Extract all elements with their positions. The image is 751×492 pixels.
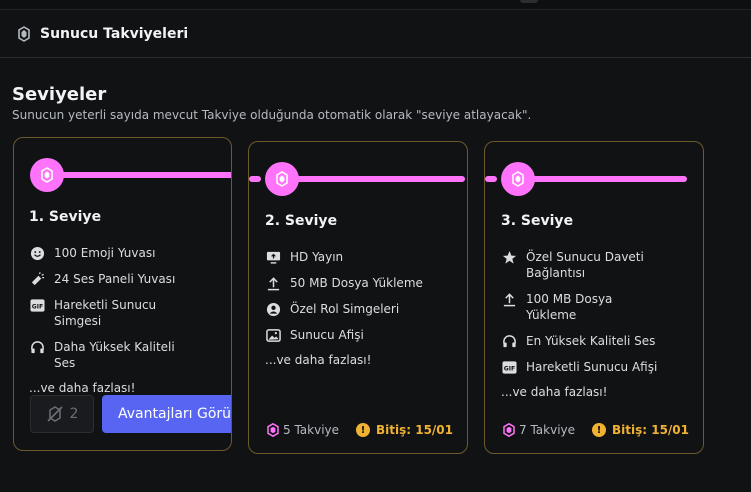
tier-gem-icon xyxy=(30,158,64,192)
boost-count-label: 5 Takviye xyxy=(283,423,340,437)
perk-label: Daha Yüksek Kaliteli Ses xyxy=(54,340,175,370)
page-title: Sunucu Takviyeleri xyxy=(40,26,189,42)
view-benefits-button[interactable]: Avantajları Görü xyxy=(102,395,231,433)
scroll-nub xyxy=(520,0,538,3)
perk-item: Daha Yüksek Kaliteli Ses xyxy=(29,339,194,371)
warning-icon: ! xyxy=(591,423,606,437)
locked-boost-button[interactable]: 2 xyxy=(30,395,94,433)
perk-label: Özel Sunucu Daveti Bağlantısı xyxy=(526,250,644,280)
tier-gem-icon xyxy=(265,162,299,196)
tier-card-3: 3. Seviye Özel Sunucu Daveti Bağlantısı … xyxy=(484,141,704,454)
perk-label: 24 Ses Paneli Yuvası xyxy=(54,272,176,286)
tier-progress-track-left xyxy=(249,176,261,182)
tier-progress-track-left xyxy=(485,176,497,182)
perk-label: Özel Rol Simgeleri xyxy=(290,302,400,316)
soundboard-icon xyxy=(29,271,45,287)
gif-icon: GIF xyxy=(29,297,45,313)
emoji-icon xyxy=(29,245,45,261)
perk-label: Hareketli Sunucu Afişi xyxy=(526,360,658,374)
perk-item: GIF Hareketli Sunucu Simgesi xyxy=(29,297,194,329)
section-title: Seviyeler xyxy=(12,84,107,105)
svg-text:GIF: GIF xyxy=(503,365,514,372)
perk-item: Özel Rol Simgeleri xyxy=(265,301,430,317)
perk-item: 100 MB Dosya Yükleme xyxy=(501,291,666,323)
locked-count: 2 xyxy=(69,406,79,422)
perk-label: En Yüksek Kaliteli Ses xyxy=(526,334,656,348)
expiry-label: Bitiş: 15/01 xyxy=(611,423,689,437)
perk-item: 100 Emoji Yuvası xyxy=(29,245,194,261)
tier-gem-icon xyxy=(501,162,535,196)
perk-item: Sunucu Afişi xyxy=(265,327,430,343)
tier-footer: 5 Takviye ! Bitiş: 15/01 xyxy=(267,423,453,437)
boost-slash-icon xyxy=(46,406,63,422)
perk-item: 50 MB Dosya Yükleme xyxy=(265,275,430,291)
top-strip xyxy=(0,0,751,10)
expiry-info: ! Bitiş: 15/01 xyxy=(591,423,689,437)
role-icon xyxy=(265,301,281,317)
perk-label: Sunucu Afişi xyxy=(290,328,364,342)
page-header: Sunucu Takviyeleri xyxy=(0,11,751,58)
tier-title: 2. Seviye xyxy=(265,213,338,229)
gif-icon: GIF xyxy=(501,359,517,375)
perk-item: Özel Sunucu Daveti Bağlantısı xyxy=(501,249,666,281)
tier-title: 1. Seviye xyxy=(29,209,102,225)
expiry-info: ! Bitiş: 15/01 xyxy=(355,423,453,437)
boost-gem-icon xyxy=(503,423,515,437)
perk-item: En Yüksek Kaliteli Ses xyxy=(501,333,666,349)
expiry-label: Bitiş: 15/01 xyxy=(375,423,453,437)
tier-title: 3. Seviye xyxy=(501,213,574,229)
tier-card-2: 2. Seviye HD Yayın 50 MB Dosya Yükleme Ö… xyxy=(248,141,468,454)
headphones-icon xyxy=(29,339,45,355)
perk-label: 100 Emoji Yuvası xyxy=(54,246,156,260)
section-subtitle: Sunucun yeterli sayıda mevcut Takviye ol… xyxy=(12,108,532,122)
perk-label: 100 MB Dosya Yükleme xyxy=(526,292,613,322)
screen-share-icon xyxy=(265,249,281,265)
perk-label: Hareketli Sunucu Simgesi xyxy=(54,298,157,328)
upload-icon xyxy=(265,275,281,291)
boost-gem-icon xyxy=(16,26,32,42)
image-icon xyxy=(265,327,281,343)
tier-footer: 7 Takviye ! Bitiş: 15/01 xyxy=(503,423,689,437)
more-perks-text: ...ve daha fazlası! xyxy=(265,353,372,367)
boost-count-label: 7 Takviye xyxy=(519,423,576,437)
perk-label: HD Yayın xyxy=(290,250,344,264)
tier-progress-track xyxy=(529,176,687,182)
more-perks-text: ...ve daha fazlası! xyxy=(29,381,136,395)
warning-icon: ! xyxy=(355,423,370,437)
headphones-icon xyxy=(501,333,517,349)
perk-list: 100 Emoji Yuvası 24 Ses Paneli Yuvası GI… xyxy=(29,245,194,395)
perk-item: GIF Hareketli Sunucu Afişi xyxy=(501,359,666,375)
boost-gem-icon xyxy=(267,423,279,437)
star-icon xyxy=(501,249,517,265)
more-perks-text: ...ve daha fazlası! xyxy=(501,385,608,399)
boost-count: 5 Takviye xyxy=(267,423,339,437)
tier-progress-track xyxy=(293,176,465,182)
tier-progress-track xyxy=(54,172,231,178)
boost-count: 7 Takviye xyxy=(503,423,575,437)
upload-icon xyxy=(501,291,517,307)
perk-label: 50 MB Dosya Yükleme xyxy=(290,276,423,290)
perk-list: HD Yayın 50 MB Dosya Yükleme Özel Rol Si… xyxy=(265,249,430,367)
perk-list: Özel Sunucu Daveti Bağlantısı 100 MB Dos… xyxy=(501,249,666,399)
svg-text:GIF: GIF xyxy=(31,303,42,310)
perk-item: HD Yayın xyxy=(265,249,430,265)
perk-item: 24 Ses Paneli Yuvası xyxy=(29,271,194,287)
tier-card-1: 1. Seviye 100 Emoji Yuvası 24 Ses Paneli… xyxy=(13,137,232,451)
